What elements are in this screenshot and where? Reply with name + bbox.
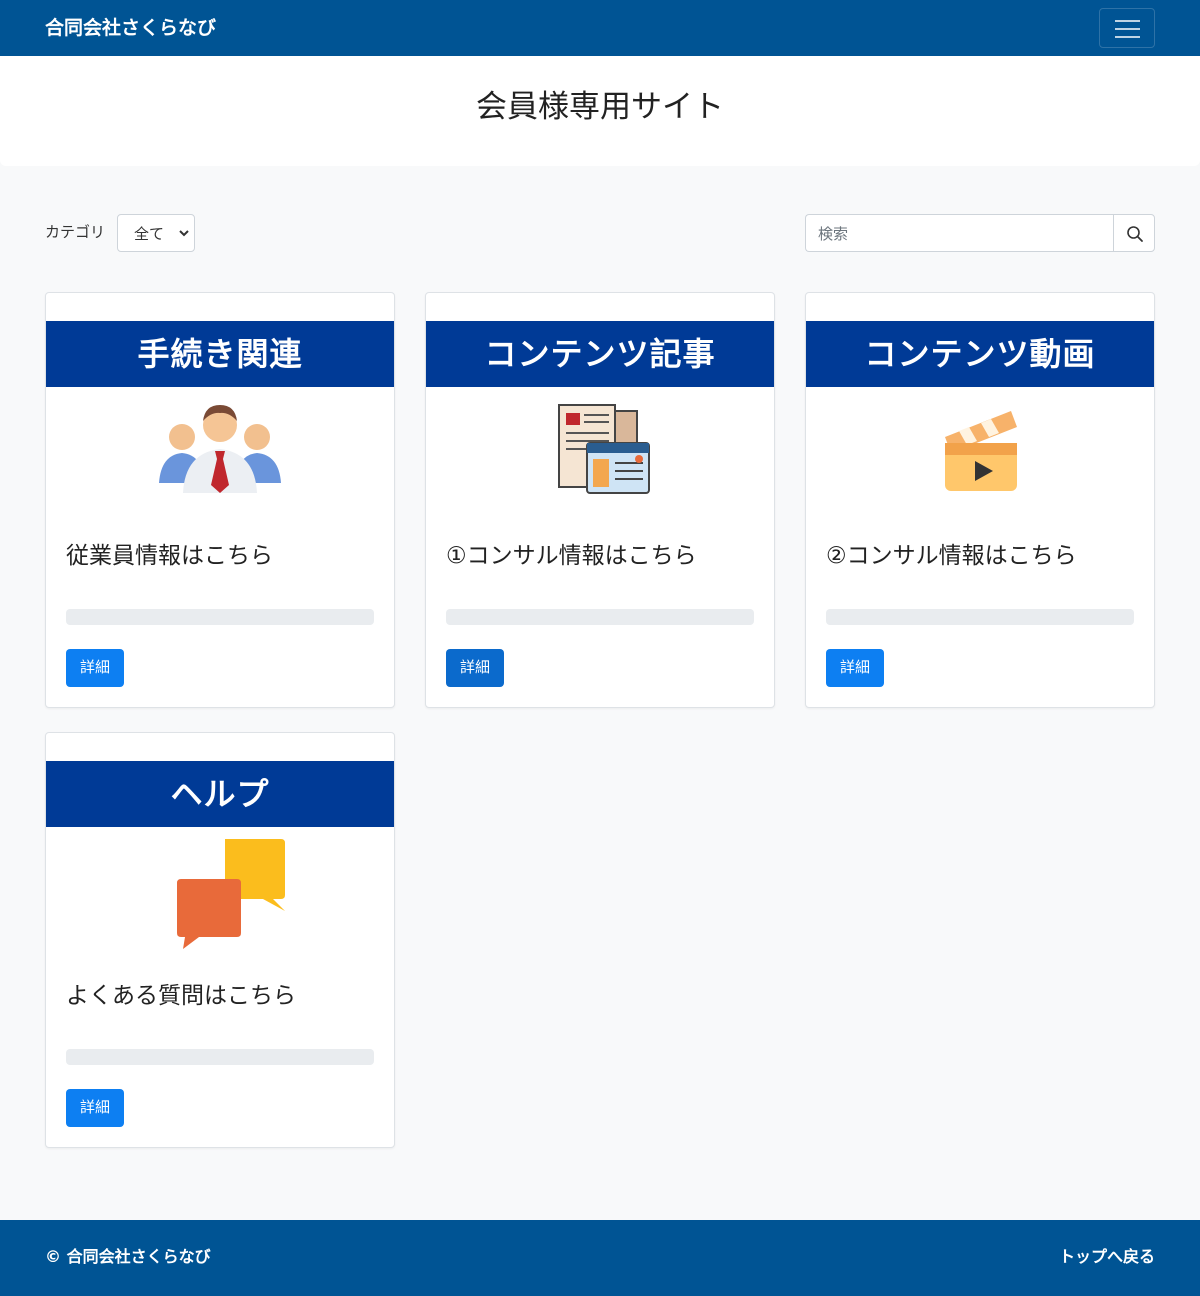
card-text: ②コンサル情報はこちら xyxy=(826,543,1077,569)
search-input[interactable]: 検索 xyxy=(805,214,1114,252)
detail-button[interactable]: 詳細 xyxy=(446,649,504,687)
brand-link[interactable]: 合同会社さくらなび xyxy=(45,14,216,42)
card-text: ①コンサル情報はこちら xyxy=(446,543,697,569)
card-header: 手続き関連 xyxy=(46,321,394,387)
employees-icon xyxy=(159,405,281,493)
clapperboard-icon xyxy=(945,411,1017,491)
card-header: ヘルプ xyxy=(46,761,394,827)
card-header: コンテンツ記事 xyxy=(426,321,774,387)
footer: © 合同会社さくらなび トップへ戻る xyxy=(0,1220,1200,1296)
category-select[interactable]: 全て xyxy=(117,214,195,252)
search-icon xyxy=(1127,226,1143,242)
card-header: コンテンツ動画 xyxy=(806,321,1154,387)
copyright: © 合同会社さくらなび xyxy=(45,1247,211,1266)
menu-icon-bar xyxy=(1115,36,1140,38)
card-text: 従業員情報はこちら xyxy=(66,543,273,569)
card-placeholder-bar xyxy=(66,1049,374,1065)
search-placeholder: 検索 xyxy=(818,225,849,243)
menu-toggle-button[interactable] xyxy=(1099,8,1155,48)
category-selected-value: 全て xyxy=(134,225,165,243)
card-videos: コンテンツ動画 ②コンサル情報はこちら 詳細 xyxy=(805,292,1155,708)
category-label: カテゴリ xyxy=(45,223,106,241)
detail-button[interactable]: 詳細 xyxy=(66,649,124,687)
qa-icon xyxy=(177,839,285,949)
card-procedures: 手続き関連 従業員情報はこちら 詳細 xyxy=(45,292,395,708)
hero: 会員様専用サイト xyxy=(0,56,1200,166)
detail-button[interactable]: 詳細 xyxy=(826,649,884,687)
card-placeholder-bar xyxy=(826,609,1134,625)
menu-icon xyxy=(1115,20,1140,22)
page-title: 会員様専用サイト xyxy=(476,89,724,125)
card-placeholder-bar xyxy=(66,609,374,625)
back-to-top-link[interactable]: トップへ戻る xyxy=(1059,1245,1155,1269)
detail-button[interactable]: 詳細 xyxy=(66,1089,124,1127)
documents-icon xyxy=(558,404,650,494)
card-articles: コンテンツ記事 ①コンサル情報はこちら 詳細 xyxy=(425,292,775,708)
card-placeholder-bar xyxy=(446,609,754,625)
navbar: 合同会社さくらなび xyxy=(0,0,1200,56)
chevron-down-icon xyxy=(179,230,189,237)
card-text: よくある質問はこちら xyxy=(66,983,296,1009)
search-button[interactable] xyxy=(1113,214,1155,252)
menu-icon-bar xyxy=(1115,28,1140,30)
card-help: ヘルプ よくある質問はこちら 詳細 xyxy=(45,732,395,1148)
